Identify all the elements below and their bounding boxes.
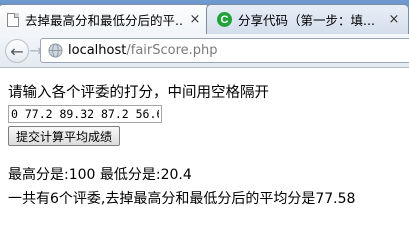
close-icon[interactable]: × [187,12,203,27]
url-host: localhost [68,43,127,58]
average-result: 一共有6个评委,去掉最高分和最低分后的平均分是77.58 [8,191,356,207]
scores-input[interactable] [8,105,162,123]
tab-title: 分享代码（第一步：填... [238,13,375,28]
globe-icon [48,43,63,58]
page-icon [7,12,19,27]
close-icon[interactable]: × [386,12,402,27]
tab-strip: 去掉最高分和最低分后的平... × C 分享代码（第一步：填... × [0,0,409,34]
address-bar[interactable]: localhost/fairScore.php [40,38,409,63]
url-path: /fairScore.php [126,43,218,58]
tab-share-code[interactable]: C 分享代码（第一步：填... × [206,4,409,34]
page-content: 请输入各个评委的打分，中间用空格隔开 提交计算平均成绩 最高分是:100 最低分… [0,68,409,248]
instruction-text: 请输入各个评委的打分，中间用空格隔开 [8,85,269,101]
submit-button[interactable]: 提交计算平均成绩 [8,126,121,146]
max-min-result: 最高分是:100 最低分是:20.4 [8,167,192,183]
tab-title: 去掉最高分和最低分后的平... [25,13,183,28]
browser-toolbar: ← → localhost/fairScore.php [0,34,409,68]
site-logo-icon: C [217,12,232,27]
arrow-left-icon: ← [10,41,24,61]
tab-fair-score[interactable]: 去掉最高分和最低分后的平... × [0,4,210,34]
